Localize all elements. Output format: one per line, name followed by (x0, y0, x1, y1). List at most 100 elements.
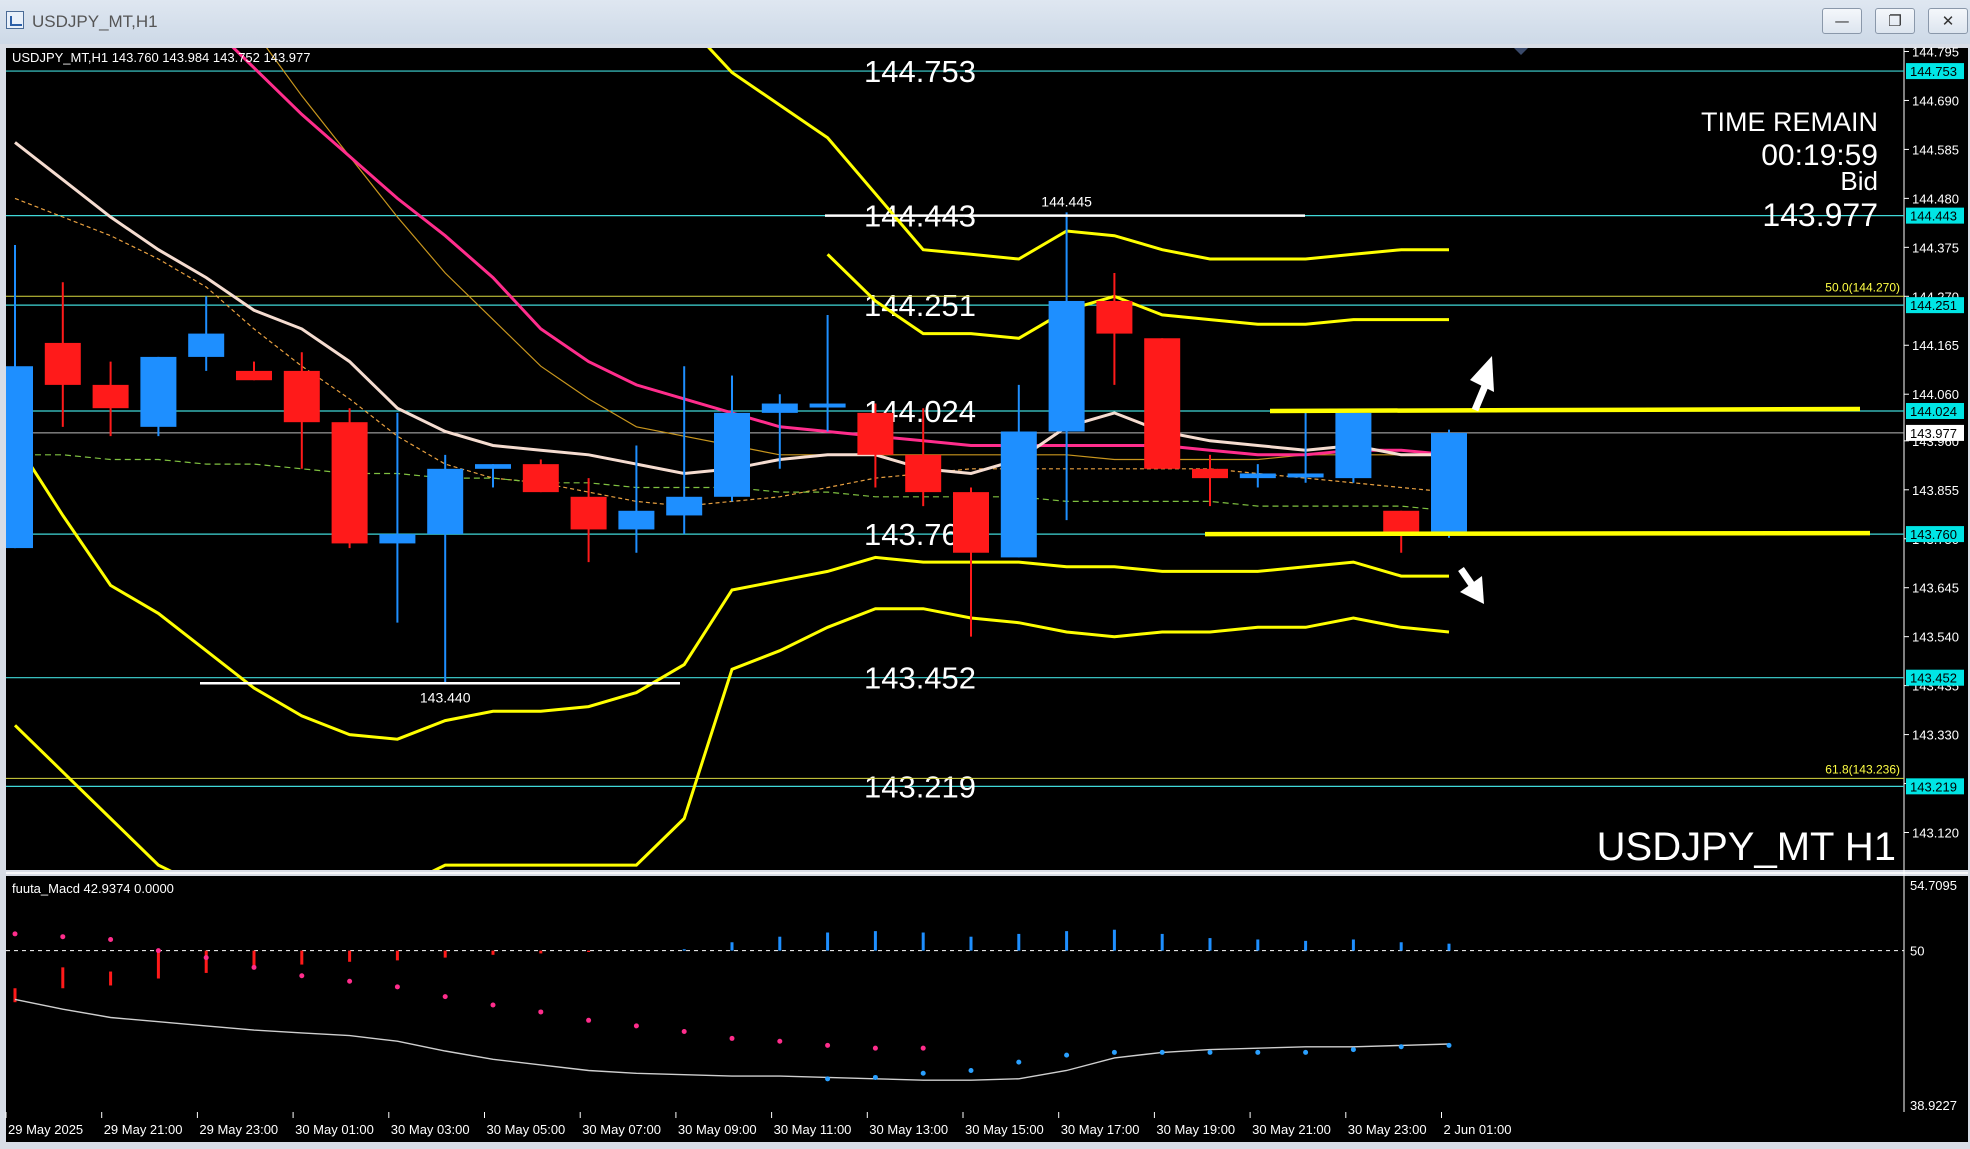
price-tick-label: 144.795 (1912, 45, 1959, 60)
macd-dot (1064, 1052, 1070, 1058)
candle-body (905, 454, 942, 493)
macd-tick-label: 38.9227 (1910, 1098, 1957, 1113)
candle-body (1335, 412, 1372, 479)
price-chart-area[interactable] (6, 48, 1904, 870)
macd-dot (920, 1045, 926, 1051)
symbol-info: USDJPY_MT,H1 143.760 143.984 143.752 143… (12, 50, 311, 65)
macd-dot (394, 984, 400, 990)
swing-price-label: 143.440 (420, 689, 471, 705)
macd-dot (872, 1045, 878, 1051)
price-level-label: 143.452 (864, 661, 976, 696)
candle-body (953, 492, 989, 553)
candle-body (140, 356, 177, 427)
candle-body (475, 464, 511, 469)
time-label: 2 Jun 01:00 (1444, 1122, 1512, 1137)
price-axis[interactable] (1904, 48, 1968, 870)
price-tag-label: 143.452 (1910, 671, 1957, 686)
price-tick-label: 144.480 (1912, 191, 1959, 206)
macd-dot (12, 931, 18, 937)
macd-tick-label: 54.7095 (1910, 878, 1957, 893)
price-tag-label: 144.024 (1910, 404, 1957, 419)
macd-tick-label: 50 (1910, 944, 1924, 959)
macd-dot (586, 1017, 592, 1023)
price-tag-label: 143.760 (1910, 527, 1957, 542)
price-level-label: 143.219 (864, 769, 976, 804)
candle-body (714, 412, 750, 497)
candle-body (570, 496, 607, 530)
macd-dot (968, 1067, 974, 1073)
symbol-watermark: USDJPY_MT H1 (1597, 825, 1896, 869)
price-tick-label: 144.375 (1912, 240, 1959, 255)
macd-dot (633, 1023, 639, 1029)
support-line (1204, 530, 1871, 537)
macd-dot (777, 1038, 783, 1044)
macd-panel[interactable] (6, 876, 1904, 1112)
macd-dot (1207, 1049, 1213, 1055)
candle-body (92, 384, 129, 409)
candle-body (1192, 468, 1228, 479)
macd-dot (681, 1028, 687, 1034)
candle-body (1000, 431, 1037, 558)
price-tick-label: 143.855 (1912, 483, 1959, 498)
candle-body (44, 342, 81, 385)
candle-body (1287, 473, 1324, 478)
time-label: 30 May 13:00 (869, 1122, 948, 1137)
candle-body (666, 496, 703, 516)
macd-dot (1303, 1049, 1309, 1055)
bid-value: 143.977 (1762, 197, 1878, 233)
candle-body (1144, 338, 1181, 469)
macd-dot (203, 955, 209, 961)
price-level-label: 144.753 (864, 54, 976, 89)
macd-dot (299, 973, 305, 979)
fibo-label: 50.0(144.270) (1825, 280, 1900, 294)
price-tag-label: 144.753 (1910, 64, 1957, 79)
candle-body (1048, 300, 1085, 432)
macd-dot (251, 964, 257, 970)
macd-dot (825, 1076, 831, 1082)
macd-dot (1398, 1044, 1404, 1050)
candle-body (1096, 300, 1133, 334)
candle-body (1383, 510, 1420, 535)
price-tick-label: 143.540 (1912, 630, 1959, 645)
price-tick-label: 143.330 (1912, 728, 1959, 743)
macd-dot (825, 1042, 831, 1048)
time-label: 30 May 15:00 (965, 1122, 1044, 1137)
macd-dot (1016, 1059, 1022, 1065)
macd-dot (155, 948, 161, 954)
time-label: 30 May 19:00 (1156, 1122, 1235, 1137)
time-remain-label: TIME REMAIN (1701, 107, 1878, 137)
time-label: 30 May 17:00 (1061, 1122, 1140, 1137)
bid-label: Bid (1840, 166, 1878, 196)
candle-body (283, 370, 320, 423)
candle-body (6, 366, 33, 549)
macd-dot (490, 1002, 496, 1008)
price-tick-label: 143.645 (1912, 581, 1959, 596)
price-tick-label: 143.120 (1912, 826, 1959, 841)
candle-body (809, 403, 846, 408)
candle-body (1431, 432, 1467, 535)
resistance-line (1269, 406, 1861, 414)
macd-label: fuuta_Macd 42.9374 0.0000 (12, 881, 174, 896)
macd-dot (920, 1070, 926, 1076)
macd-dot (538, 1009, 544, 1015)
macd-dot (442, 994, 448, 1000)
price-tick-label: 144.165 (1912, 338, 1959, 353)
price-tick-label: 144.060 (1912, 387, 1959, 402)
price-tick-label: 144.690 (1912, 93, 1959, 108)
candle-body (188, 333, 225, 357)
candle-body (522, 464, 559, 493)
chart-canvas[interactable]: 144.753 144.443 144.251 144.024 143.760 143.4… (0, 0, 1970, 1149)
price-tag-label: 143.219 (1910, 779, 1957, 794)
candle-body (236, 370, 272, 381)
time-label: 29 May 2025 (8, 1122, 83, 1137)
macd-axis (1904, 876, 1968, 1112)
macd-dot (1111, 1049, 1117, 1055)
macd-dot (1446, 1042, 1452, 1048)
macd-dot (60, 934, 66, 940)
macd-dot (347, 978, 353, 984)
candle-body (427, 468, 464, 535)
price-tag-label: 143.977 (1910, 426, 1957, 441)
time-label: 30 May 03:00 (391, 1122, 470, 1137)
price-tag-label: 144.443 (1910, 209, 1957, 224)
macd-dot (729, 1035, 735, 1041)
